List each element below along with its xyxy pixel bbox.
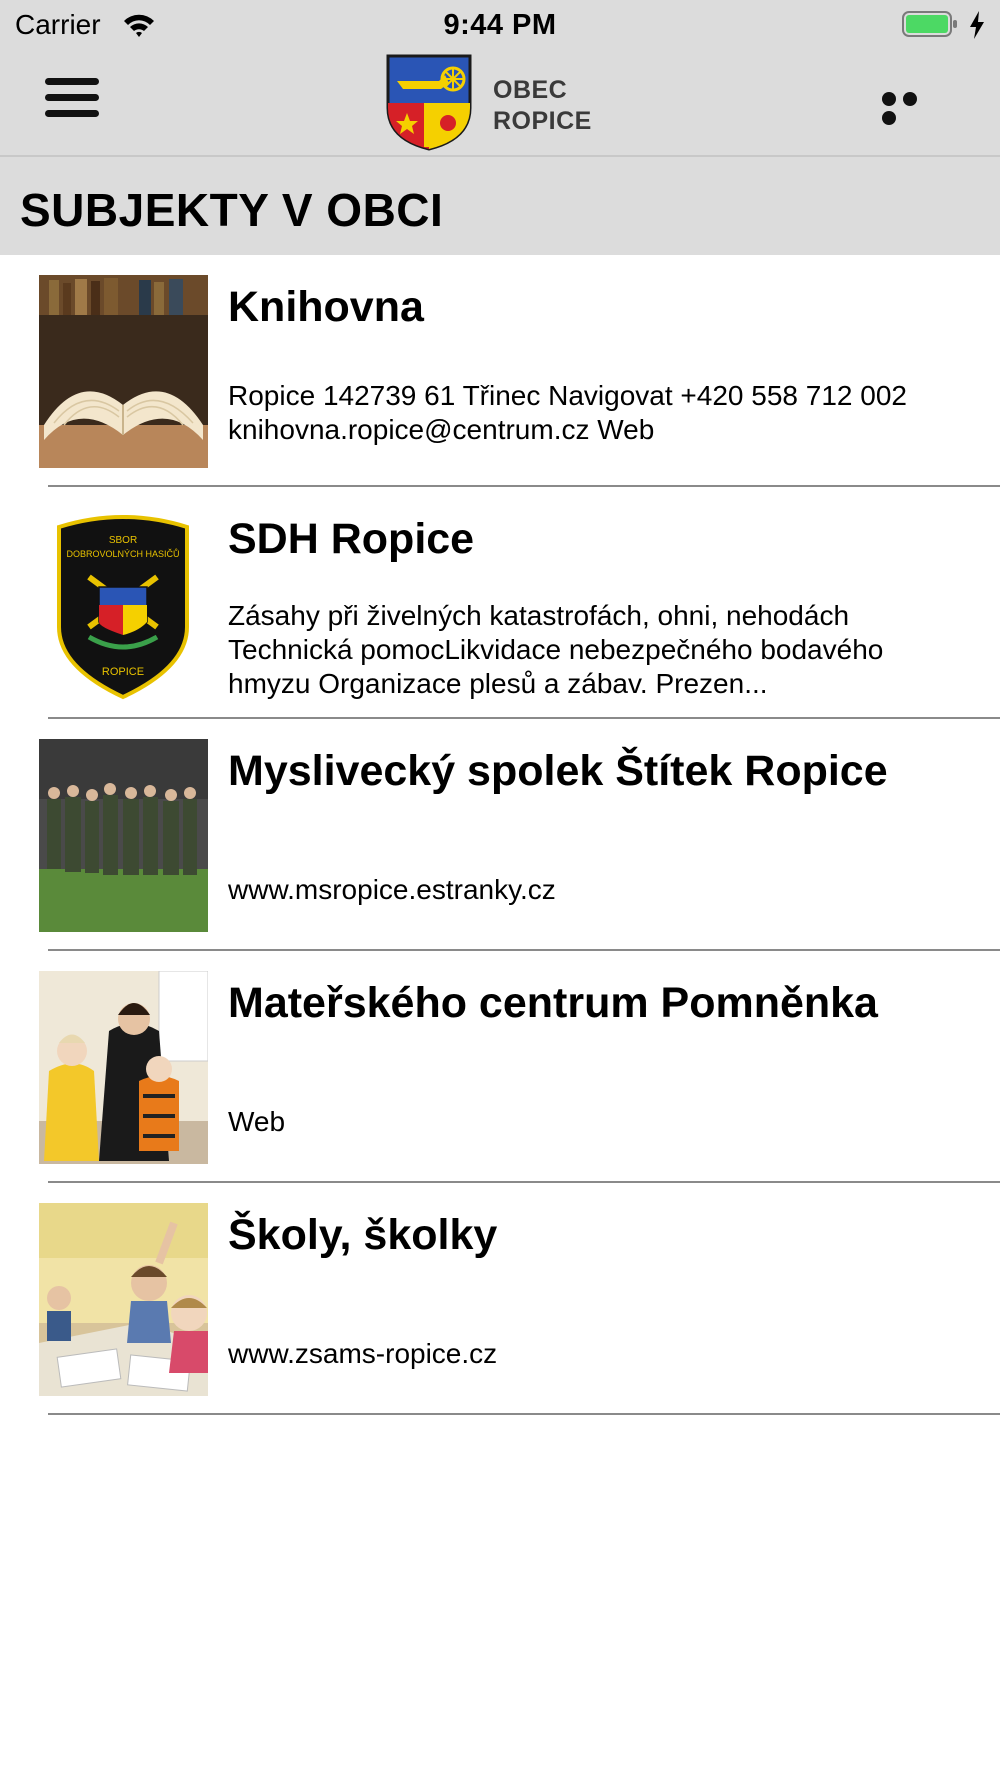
list-item[interactable]: Knihovna Ropice 142739 61 Třinec Navigov… [0, 255, 1000, 487]
svg-text:SBOR: SBOR [109, 535, 137, 546]
book-thumbnail [39, 275, 208, 468]
subjects-list: Knihovna Ropice 142739 61 Třinec Navigov… [0, 255, 1000, 1415]
classroom-image [39, 1203, 208, 1396]
badge-thumbnail: SBOR DOBROVOLNÝCH HASIČŮ ROPICE [39, 507, 208, 700]
divider [48, 1413, 1000, 1415]
status-time: 9:44 PM [443, 9, 557, 41]
classroom-thumbnail [39, 1203, 208, 1396]
item-link[interactable]: Web [228, 1105, 960, 1139]
item-title: Mateřského centrum Pomněnka [228, 979, 878, 1027]
list-item[interactable]: Mateřského centrum Pomněnka Web [0, 951, 1000, 1183]
page-title: SUBJEKTY V OBCI [20, 184, 444, 236]
svg-text:DOBROVOLNÝCH HASIČŮ: DOBROVOLNÝCH HASIČŮ [66, 548, 179, 559]
section-header: SUBJEKTY V OBCI [0, 157, 1000, 255]
item-title: Školy, školky [228, 1211, 498, 1259]
menu-icon [45, 78, 99, 85]
logo-text: OBEC ROPICE [493, 75, 592, 137]
list-item[interactable]: SBOR DOBROVOLNÝCH HASIČŮ ROPICE SDH Ropi… [0, 487, 1000, 719]
more-icon [882, 92, 896, 106]
item-description: Ropice 142739 61 Třinec Navigovat +420 5… [228, 380, 907, 445]
item-title: SDH Ropice [228, 515, 475, 563]
app-logo: OBEC ROPICE [385, 53, 605, 153]
mother-children-image [39, 971, 208, 1164]
item-link[interactable]: www.msropice.estranky.cz [228, 873, 960, 907]
group-thumbnail [39, 739, 208, 932]
item-title: Myslivecký spolek Štítek Ropice [228, 747, 888, 795]
svg-text:ROPICE: ROPICE [102, 666, 144, 678]
open-book-image [39, 275, 208, 468]
menu-button[interactable] [45, 78, 99, 120]
item-description: Zásahy při živelných katastrofách, ohni,… [228, 600, 884, 699]
list-item[interactable]: Myslivecký spolek Štítek Ropice www.msro… [0, 719, 1000, 951]
navigation-bar: OBEC ROPICE [0, 50, 1000, 157]
status-bar: Carrier 9:44 PM [0, 0, 1000, 50]
logo-line-1: OBEC [493, 76, 568, 104]
firefighter-badge-icon: SBOR DOBROVOLNÝCH HASIČŮ ROPICE [39, 507, 208, 700]
list-item[interactable]: Školy, školky www.zsams-ropice.cz [0, 1183, 1000, 1415]
item-title: Knihovna [228, 283, 424, 331]
coat-of-arms-icon [386, 54, 472, 151]
family-thumbnail [39, 971, 208, 1164]
item-link[interactable]: www.zsams-ropice.cz [228, 1337, 960, 1371]
group-photo-image [39, 739, 208, 932]
more-options-button[interactable] [882, 92, 942, 125]
battery-icon [902, 11, 957, 37]
charging-bolt-icon [970, 11, 984, 39]
logo-line-2: ROPICE [493, 107, 592, 135]
